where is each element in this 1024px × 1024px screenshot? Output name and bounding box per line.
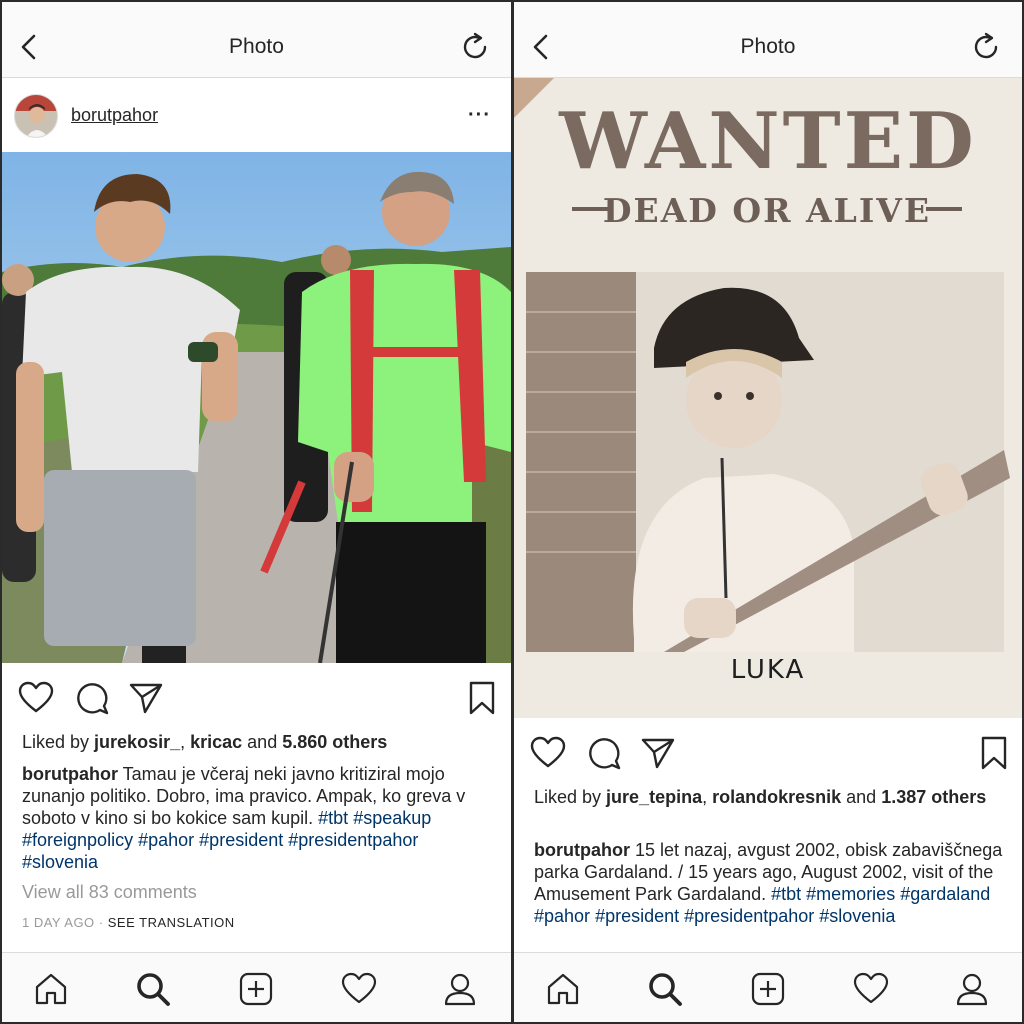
likes-line: Liked by jure_tepina, rolandokresnik and… [534, 786, 1004, 808]
profile-icon[interactable] [442, 971, 478, 1007]
home-icon[interactable] [33, 971, 69, 1007]
top-nav-bar: Photo [514, 2, 1022, 78]
top-nav-bar: Photo [2, 2, 511, 78]
bottom-tab-bar [2, 952, 511, 1022]
post-header: borutpahor ··· [2, 78, 511, 152]
more-options-icon[interactable]: ··· [468, 104, 491, 127]
action-bar [514, 735, 1022, 785]
bottom-tab-bar [514, 952, 1022, 1022]
hashtag-link[interactable]: #gardaland [900, 884, 990, 904]
search-icon[interactable] [647, 971, 683, 1007]
search-icon[interactable] [135, 971, 171, 1007]
activity-heart-icon[interactable] [853, 971, 889, 1007]
hashtag-link[interactable]: #presidentpahor [288, 830, 418, 850]
home-icon[interactable] [545, 971, 581, 1007]
hashtag-link[interactable]: #foreignpolicy [22, 830, 133, 850]
caption-username[interactable]: borutpahor [22, 764, 118, 784]
liker-link[interactable]: jurekosir_ [94, 732, 180, 752]
left-screen: Photo borutpahor ··· Liked by jurekosir_… [2, 2, 511, 1022]
likes-line: Liked by jurekosir_, kricac and 5.860 ot… [22, 731, 493, 753]
poster-name: LUKA [731, 655, 806, 685]
likes-others-link[interactable]: 5.860 others [282, 732, 387, 752]
caption: borutpahor 15 let nazaj, avgust 2002, ob… [534, 839, 1004, 927]
post-photo[interactable]: WANTED DEAD OR ALIVE LUKA [514, 78, 1022, 718]
liker-link[interactable]: jure_tepina [606, 787, 702, 807]
profile-icon[interactable] [954, 971, 990, 1007]
bookmark-icon[interactable] [976, 735, 1012, 771]
hashtag-link[interactable]: #pahor [534, 906, 590, 926]
liker-link[interactable]: kricac [190, 732, 242, 752]
caption-username[interactable]: borutpahor [534, 840, 630, 860]
post-timestamp: 1 DAY AGO [22, 915, 95, 930]
view-comments-link[interactable]: View all 83 comments [22, 881, 493, 903]
hashtag-link[interactable]: #president [199, 830, 283, 850]
refresh-icon[interactable] [972, 32, 1002, 62]
right-screen: Photo WANTED DEAD OR ALIVE LUKA Liked by… [514, 2, 1022, 1022]
likes-others-link[interactable]: 1.387 others [881, 787, 986, 807]
hashtag-link[interactable]: #tbt [771, 884, 801, 904]
liker-link[interactable]: rolandokresnik [712, 787, 841, 807]
poster-wanted: WANTED [558, 96, 977, 187]
see-translation-link[interactable]: SEE TRANSLATION [108, 915, 235, 930]
hashtag-link[interactable]: #president [595, 906, 679, 926]
caption: borutpahor Tamau je včeraj neki javno kr… [22, 763, 493, 873]
add-post-icon[interactable] [238, 971, 274, 1007]
bookmark-icon[interactable] [464, 680, 500, 716]
share-icon[interactable] [640, 735, 676, 771]
action-bar [2, 680, 511, 730]
likes-sep: , [702, 787, 713, 807]
hashtag-link[interactable]: #slovenia [22, 852, 98, 872]
hashtag-link[interactable]: #presidentpahor [684, 906, 814, 926]
likes-and: and [242, 732, 283, 752]
page-title: Photo [229, 35, 284, 58]
hashtag-link[interactable]: #speakup [353, 808, 431, 828]
hashtag-link[interactable]: #memories [806, 884, 895, 904]
refresh-icon[interactable] [461, 32, 491, 62]
likes-prefix: Liked by [22, 732, 95, 752]
share-icon[interactable] [128, 680, 164, 716]
heart-icon[interactable] [18, 680, 54, 716]
post-photo[interactable] [2, 152, 511, 663]
hashtag-link[interactable]: #slovenia [819, 906, 895, 926]
activity-heart-icon[interactable] [341, 971, 377, 1007]
comment-icon[interactable] [586, 735, 622, 771]
page-title: Photo [740, 35, 796, 58]
hashtag-link[interactable]: #pahor [138, 830, 194, 850]
comment-icon[interactable] [74, 680, 110, 716]
heart-icon[interactable] [530, 735, 566, 771]
likes-prefix: Liked by [534, 787, 607, 807]
likes-sep: , [180, 732, 191, 752]
meta-separator: · [94, 915, 108, 930]
post-meta: 1 DAY AGO · SEE TRANSLATION [22, 912, 493, 934]
avatar[interactable] [14, 94, 58, 138]
post-username-link[interactable]: borutpahor [71, 105, 158, 126]
poster-subtitle: DEAD OR ALIVE [603, 191, 931, 230]
hashtag-link[interactable]: #tbt [318, 808, 348, 828]
add-post-icon[interactable] [750, 971, 786, 1007]
likes-and: and [841, 787, 882, 807]
